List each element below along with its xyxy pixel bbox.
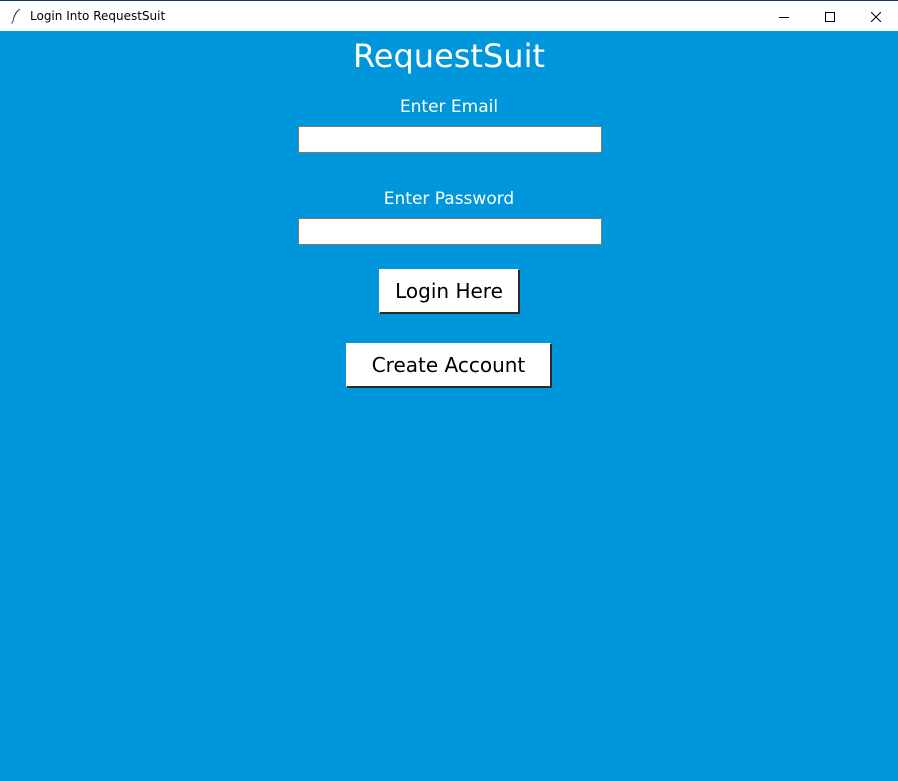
maximize-icon bbox=[825, 7, 835, 26]
password-field[interactable] bbox=[298, 218, 602, 245]
app-window: Login Into RequestSuit RequestSuit Enter… bbox=[0, 0, 898, 781]
title-bar[interactable]: Login Into RequestSuit bbox=[0, 1, 898, 31]
create-account-button[interactable]: Create Account bbox=[346, 343, 552, 388]
close-icon bbox=[870, 7, 882, 26]
login-button[interactable]: Login Here bbox=[379, 269, 520, 314]
close-button[interactable] bbox=[853, 1, 898, 31]
email-label: Enter Email bbox=[399, 97, 499, 117]
email-field[interactable] bbox=[298, 126, 602, 153]
feather-icon bbox=[9, 8, 23, 24]
minimize-icon bbox=[779, 7, 789, 26]
password-label: Enter Password bbox=[383, 189, 515, 209]
maximize-button[interactable] bbox=[807, 1, 853, 31]
minimize-button[interactable] bbox=[761, 1, 807, 31]
app-title: RequestSuit bbox=[352, 37, 545, 75]
window-title: Login Into RequestSuit bbox=[30, 9, 166, 23]
login-form: RequestSuit Enter Email Enter Password L… bbox=[0, 31, 898, 781]
